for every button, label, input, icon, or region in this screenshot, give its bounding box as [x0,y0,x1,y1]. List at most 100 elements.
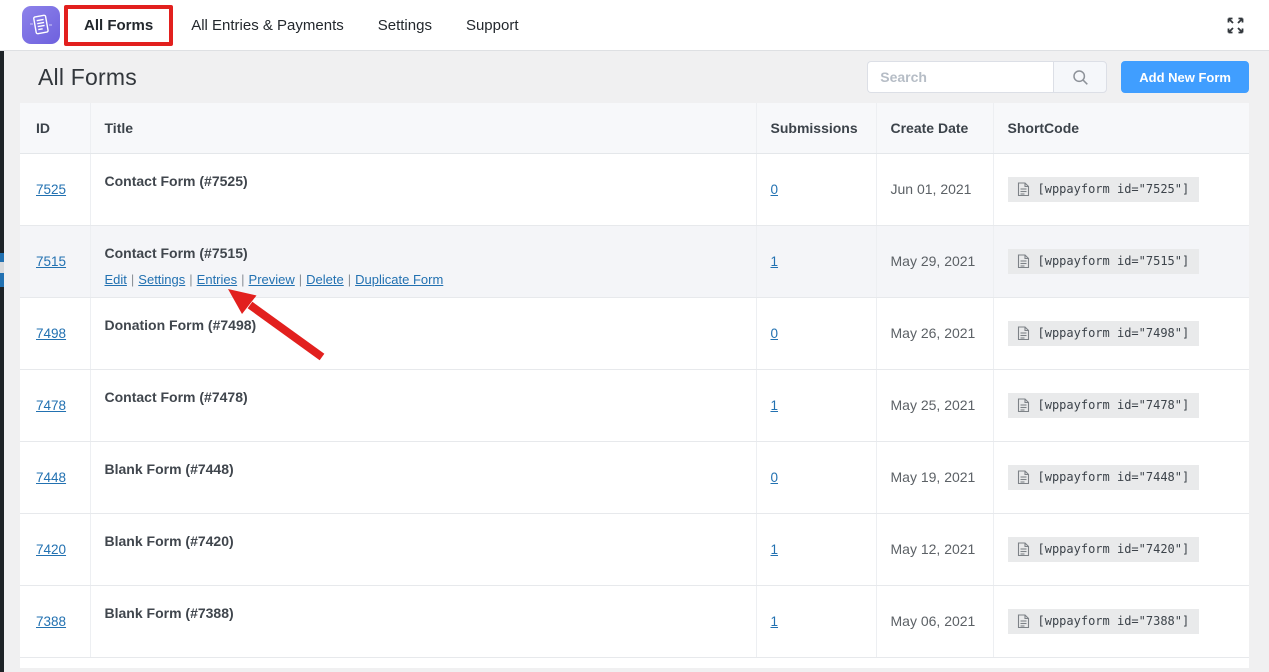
action-separator: | [299,272,302,287]
shortcode-text: [wppayform id="7498"] [1038,326,1190,340]
shortcode-text: [wppayform id="7420"] [1038,542,1190,556]
sidebar-active-segment [0,253,4,262]
content-area: All Forms Add New Form ID Title [0,51,1269,672]
nav-item-support[interactable]: Support [466,17,519,34]
add-new-form-button[interactable]: Add New Form [1121,61,1249,93]
table-row[interactable]: 7388 Blank Form (#7388) 1 May 06, 2021 [wppa… [20,585,1249,657]
column-header-shortcode: ShortCode [993,103,1249,153]
form-title: Donation Form (#7498) [105,317,756,333]
create-date: May 26, 2021 [876,297,993,369]
create-date: Jun 01, 2021 [876,153,993,225]
expand-fullscreen-icon [1226,16,1245,35]
wppayform-admin-page: All Forms All Entries & Payments Settings S… [0,0,1269,672]
submissions-link[interactable]: 0 [771,182,779,197]
create-date: May 12, 2021 [876,513,993,585]
shortcode-text: [wppayform id="7388"] [1038,614,1190,628]
shortcode-box[interactable]: [wppayform id="7420"] [1008,537,1200,562]
nav-item-settings[interactable]: Settings [378,17,432,34]
shortcode-box[interactable]: [wppayform id="7448"] [1008,465,1200,490]
document-icon [1017,182,1030,197]
form-id-link[interactable]: 7420 [36,542,66,557]
create-date: May 06, 2021 [876,585,993,657]
action-link-settings[interactable]: Settings [138,272,185,287]
document-icon [1017,542,1030,557]
submissions-link[interactable]: 1 [771,254,779,269]
sidebar-active-segment-2 [0,273,4,287]
fullscreen-toggle-button[interactable] [1226,16,1245,35]
form-id-link[interactable]: 7478 [36,398,66,413]
column-header-id: ID [20,103,90,153]
shortcode-box[interactable]: [wppayform id="7515"] [1008,249,1200,274]
search-button[interactable] [1053,61,1107,93]
submissions-link[interactable]: 1 [771,614,779,629]
document-icon [1017,398,1030,413]
next-row-partial [20,658,1249,668]
shortcode-text: [wppayform id="7515"] [1038,254,1190,268]
table-header: ID Title Submissions Create Date ShortCo… [20,103,1249,153]
nav-item-all-forms[interactable]: All Forms [64,5,173,46]
main-nav: All FormsAll Entries & PaymentsSettingsS… [84,0,553,50]
column-header-title: Title [90,103,756,153]
table-body: 7525 Contact Form (#7525) 0 Jun 01, 2021 [wp… [20,153,1249,657]
form-id-link[interactable]: 7498 [36,326,66,341]
search-group [867,61,1107,93]
table-row[interactable]: 7478 Contact Form (#7478) 1 May 25, 2021 [wp… [20,369,1249,441]
document-icon [1017,614,1030,629]
action-separator: | [189,272,192,287]
page-header: All Forms Add New Form [20,51,1249,103]
wp-admin-collapsed-sidebar[interactable] [0,51,4,672]
document-icon [1017,470,1030,485]
action-link-delete[interactable]: Delete [306,272,344,287]
shortcode-text: [wppayform id="7525"] [1038,182,1190,196]
create-date: May 29, 2021 [876,225,993,297]
forms-table: ID Title Submissions Create Date ShortCo… [20,103,1249,658]
table-row[interactable]: 7420 Blank Form (#7420) 1 May 12, 2021 [wppa… [20,513,1249,585]
form-id-link[interactable]: 7525 [36,182,66,197]
column-header-submissions: Submissions [756,103,876,153]
sidebar-light-segment [0,262,4,273]
action-link-edit[interactable]: Edit [105,272,127,287]
wppayform-logo[interactable] [22,6,60,44]
form-title: Blank Form (#7420) [105,533,756,549]
action-link-entries[interactable]: Entries [197,272,237,287]
search-input[interactable] [867,61,1053,93]
submissions-link[interactable]: 0 [771,326,779,341]
form-id-link[interactable]: 7515 [36,254,66,269]
action-separator: | [348,272,351,287]
submissions-link[interactable]: 1 [771,398,779,413]
nav-item-all-entries-payments[interactable]: All Entries & Payments [191,17,344,34]
shortcode-text: [wppayform id="7478"] [1038,398,1190,412]
action-separator: | [241,272,244,287]
search-icon [1072,69,1089,86]
submissions-link[interactable]: 1 [771,542,779,557]
table-row[interactable]: 7515 Contact Form (#7515) Edit | Settings | En… [20,225,1249,297]
table-row[interactable]: 7448 Blank Form (#7448) 0 May 19, 2021 [wppa… [20,441,1249,513]
submissions-link[interactable]: 0 [771,470,779,485]
document-icon [1017,254,1030,269]
form-document-icon [28,12,54,38]
shortcode-box[interactable]: [wppayform id="7498"] [1008,321,1200,346]
shortcode-box[interactable]: [wppayform id="7525"] [1008,177,1200,202]
form-title: Blank Form (#7388) [105,605,756,621]
column-header-create-date: Create Date [876,103,993,153]
shortcode-box[interactable]: [wppayform id="7388"] [1008,609,1200,634]
shortcode-box[interactable]: [wppayform id="7478"] [1008,393,1200,418]
table-row[interactable]: 7525 Contact Form (#7525) 0 Jun 01, 2021 [wp… [20,153,1249,225]
action-separator: | [131,272,134,287]
top-navigation-bar: All Forms All Entries & Payments Settings S… [0,0,1269,51]
action-link-duplicate-form[interactable]: Duplicate Form [355,272,443,287]
shortcode-text: [wppayform id="7448"] [1038,470,1190,484]
table-row[interactable]: 7498 Donation Form (#7498) 0 May 26, 2021 [w… [20,297,1249,369]
form-title: Contact Form (#7515) [105,245,756,261]
form-title: Contact Form (#7525) [105,173,756,189]
action-link-preview[interactable]: Preview [249,272,295,287]
page-title: All Forms [20,64,137,91]
create-date: May 19, 2021 [876,441,993,513]
form-id-link[interactable]: 7448 [36,470,66,485]
document-icon [1017,326,1030,341]
form-title: Blank Form (#7448) [105,461,756,477]
row-actions: Edit | Settings | Entries | Preview | Delete | Dup… [105,272,756,287]
create-date: May 25, 2021 [876,369,993,441]
form-id-link[interactable]: 7388 [36,614,66,629]
form-title: Contact Form (#7478) [105,389,756,405]
